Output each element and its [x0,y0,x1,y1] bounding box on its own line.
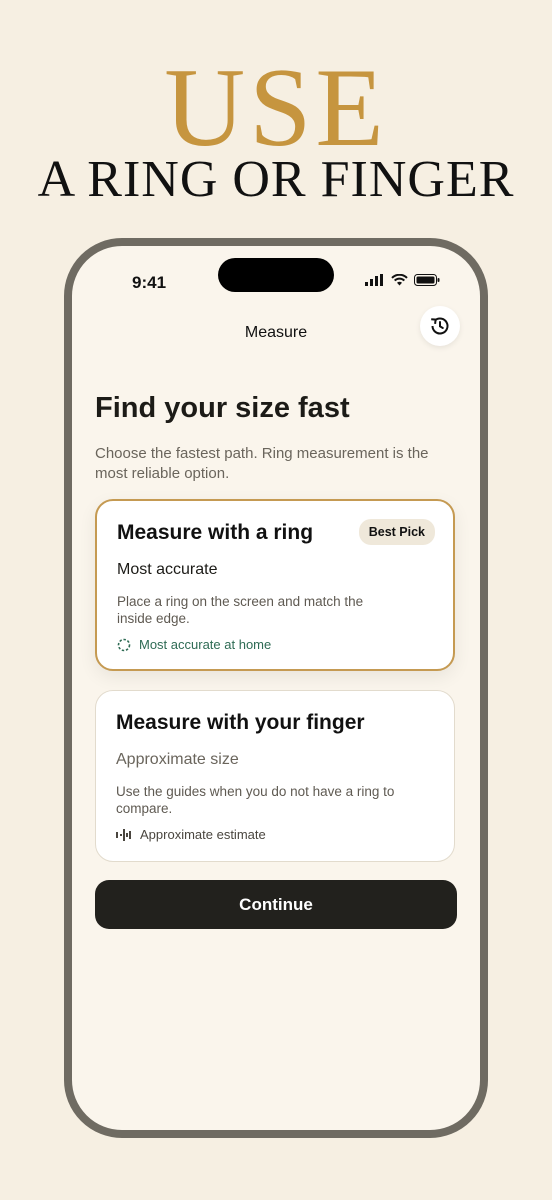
phone-frame: 9:41 Measure Find your size fast Choose … [64,238,488,1138]
hero-title-use: USE [164,46,388,170]
best-pick-badge: Best Pick [358,519,435,545]
option-tag: Most accurate at home [117,637,271,652]
option-description: Use the guides when you do not have a ri… [116,784,395,816]
option-subtitle: Approximate size [116,751,239,768]
hero-title-ring-or-finger: A RING OR FINGER [37,151,515,208]
dynamic-island [218,258,334,292]
history-button[interactable] [420,306,460,346]
status-time: 9:41 [132,273,167,292]
status-icons [365,274,440,286]
option-card-finger[interactable]: Measure with your finger Approximate siz… [95,690,455,862]
wifi-icon [391,274,408,286]
continue-button[interactable]: Continue [95,880,457,929]
option-subtitle: Most accurate [117,561,218,578]
option-title: Measure with your finger [116,711,365,734]
option-tag-label: Most accurate at home [139,637,272,652]
history-icon [431,317,449,335]
battery-icon [414,274,440,286]
page-subtitle: Choose the fastest path. Ring measuremen… [95,445,429,482]
waveform-icon [116,828,131,841]
option-tag: Approximate estimate [116,827,266,842]
option-title: Measure with a ring [117,521,314,544]
nav-title: Measure [244,324,308,341]
cellular-signal-icon [365,274,383,286]
option-description: Place a ring on the screen and match the… [117,594,364,626]
page-heading: Find your size fast [95,392,350,424]
option-tag-label: Approximate estimate [140,827,266,842]
option-card-ring[interactable]: Measure with a ring Best Pick Most accur… [95,499,455,671]
dashed-circle-icon [117,638,131,651]
